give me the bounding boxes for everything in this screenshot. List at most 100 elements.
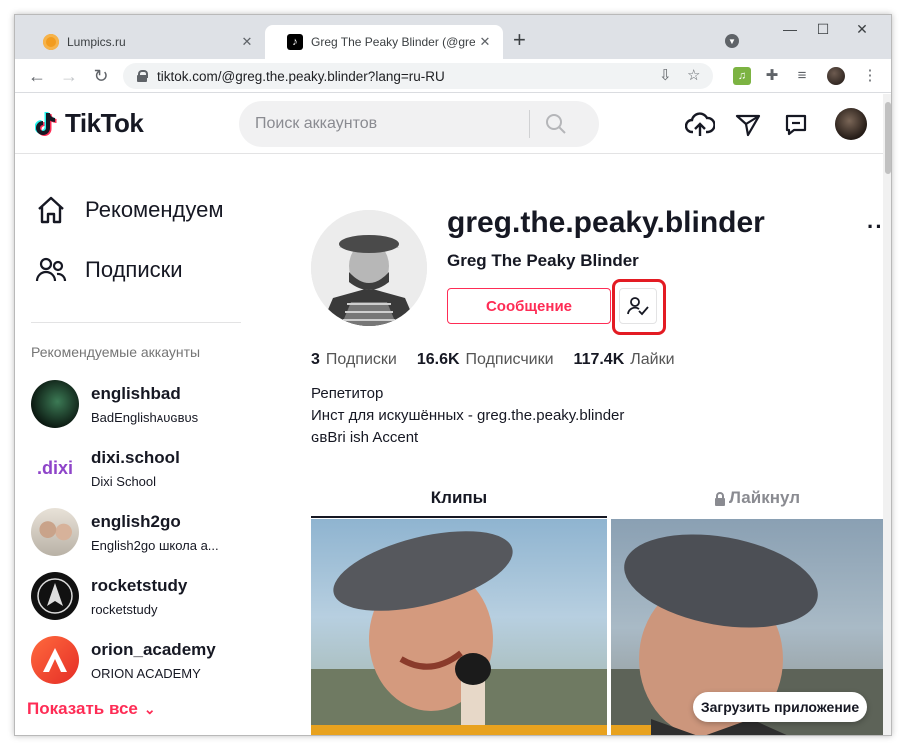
dixi-logo: .dixi xyxy=(36,457,73,478)
video-frame xyxy=(311,531,607,735)
followers-count: 16.6K xyxy=(416,351,460,368)
tab-liked[interactable]: Лайкнул xyxy=(609,480,891,516)
bio-line: Инст для искушённых - greg.the.peaky.bli… xyxy=(311,407,625,424)
install-app-icon[interactable]: ⇩ xyxy=(659,63,672,89)
account-username: english2go xyxy=(91,511,181,531)
account-display-name: ORION ACADEMY xyxy=(91,665,201,681)
following-icon xyxy=(35,254,67,286)
message-button[interactable]: Сообщение xyxy=(447,288,611,324)
account-username: englishbad xyxy=(91,383,181,403)
sidebar-item-following[interactable]: Подписки xyxy=(35,254,183,286)
profile-bio: Репетитор Инст для искушённых - greg.the… xyxy=(311,383,624,449)
forward-arrow-icon[interactable]: → xyxy=(57,65,81,87)
suggested-account[interactable]: english2go English2go школа а... xyxy=(31,506,251,558)
tiktok-header: TikTok xyxy=(15,94,883,154)
download-app-button[interactable]: Загрузить приложение xyxy=(693,692,867,722)
following-label: Подписки xyxy=(325,351,397,368)
likes-count: 117.4K xyxy=(573,351,625,368)
reading-list-icon[interactable]: ≡ xyxy=(793,67,811,85)
tiktok-favicon-icon: ♪ xyxy=(287,34,303,50)
video-thumbnail[interactable] xyxy=(311,519,607,735)
new-tab-button[interactable]: + xyxy=(513,29,526,51)
tab-close-icon[interactable]: ✕ xyxy=(237,34,257,50)
chevron-down-icon: ⌄ xyxy=(143,700,156,717)
browser-window: Lumpics.ru ✕ ♪ Greg The Peaky Blinder (@… xyxy=(14,14,892,736)
tiktok-wordmark: TikTok xyxy=(65,108,144,138)
rocket-logo-icon xyxy=(37,578,73,614)
lock-icon xyxy=(714,491,726,506)
maximize-button[interactable]: ☐ xyxy=(808,21,838,38)
music-extension-icon[interactable]: ♫ xyxy=(733,67,751,85)
minimize-button[interactable]: — xyxy=(775,21,805,37)
sidebar-item-label: Подписки xyxy=(85,257,183,282)
account-username: rocketstudy xyxy=(91,575,188,595)
reload-icon[interactable]: ↻ xyxy=(89,65,113,87)
tab-videos[interactable]: Клипы xyxy=(311,480,607,518)
bookmark-star-icon[interactable]: ☆ xyxy=(687,63,700,89)
sidebar: Рекомендуем Подписки Рекомендуемые аккау… xyxy=(15,154,255,735)
profile-stats: 3 Подписки 16.6K Подписчики 117.4K Лайки xyxy=(311,351,695,369)
show-all-link[interactable]: Показать все ⌄ xyxy=(27,699,156,719)
tab-close-icon[interactable]: ✕ xyxy=(475,34,495,50)
tiktok-page: TikTok Поиск аккаунтов Рекомендуем Подпи… xyxy=(15,94,891,735)
search-bar xyxy=(239,101,599,147)
suggested-account[interactable]: englishbad BadEnglishᴀᴜɢʙᴜs xyxy=(31,378,251,430)
suggested-account[interactable]: orion_academy ORION ACADEMY xyxy=(31,634,251,686)
extensions-puzzle-icon[interactable]: ✚ xyxy=(763,67,781,85)
search-button[interactable] xyxy=(530,101,582,147)
tab-lumpics[interactable]: Lumpics.ru ✕ xyxy=(21,25,265,59)
account-display-name: English2go школа а... xyxy=(91,537,219,553)
user-avatar[interactable] xyxy=(835,108,867,140)
url-text: tiktok.com/@greg.the.peaky.blinder?lang=… xyxy=(157,68,445,84)
lumpics-favicon-icon xyxy=(43,34,59,50)
account-avatar xyxy=(31,636,79,684)
search-input[interactable] xyxy=(239,115,529,133)
browser-menu-icon[interactable]: ⋮ xyxy=(861,67,879,85)
profile-username: greg.the.peaky.blinder xyxy=(447,206,765,239)
suggested-account[interactable]: rocketstudy rocketstudy xyxy=(31,570,251,622)
upload-cloud-icon[interactable] xyxy=(685,110,715,140)
sidebar-item-recommended[interactable]: Рекомендуем xyxy=(35,194,224,226)
bio-line: ɢʙBri ish Accent xyxy=(311,429,419,446)
profile-avatar-icon[interactable] xyxy=(827,67,845,85)
tiktok-note-icon xyxy=(35,111,57,136)
tab-tiktok[interactable]: ♪ Greg The Peaky Blinder (@greg.th ✕ xyxy=(265,25,503,59)
bio-line: Репетитор xyxy=(311,385,384,402)
account-display-name: BadEnglishᴀᴜɢʙᴜs xyxy=(91,409,199,425)
sidebar-item-label: Рекомендуем xyxy=(85,197,224,222)
close-window-button[interactable]: ✕ xyxy=(847,21,877,38)
suggested-account[interactable]: .dixi dixi.school Dixi School xyxy=(31,442,251,494)
address-bar[interactable]: tiktok.com/@greg.the.peaky.blinder?lang=… xyxy=(123,63,713,89)
likes-label: Лайки xyxy=(630,351,675,368)
inbox-send-icon[interactable] xyxy=(733,110,763,140)
browser-toolbar: ← → ↻ tiktok.com/@greg.the.peaky.blinder… xyxy=(15,59,891,93)
account-avatar xyxy=(31,572,79,620)
sidebar-divider xyxy=(31,322,241,323)
account-avatar: .dixi xyxy=(31,444,79,492)
tiktok-logo[interactable]: TikTok xyxy=(35,108,144,139)
page-scrollbar[interactable] xyxy=(883,94,891,735)
profile-avatar xyxy=(311,210,427,326)
lock-icon xyxy=(137,70,148,82)
tab-title: Lumpics.ru xyxy=(67,35,126,49)
account-avatar xyxy=(31,508,79,556)
account-avatar xyxy=(31,380,79,428)
search-icon xyxy=(546,114,566,134)
profile-photo xyxy=(311,210,427,326)
highlight-frame xyxy=(612,279,666,335)
show-all-label: Показать все xyxy=(27,699,138,718)
tab-strip: Lumpics.ru ✕ ♪ Greg The Peaky Blinder (@… xyxy=(15,15,891,59)
account-username: dixi.school xyxy=(91,447,180,467)
tab-title: Greg The Peaky Blinder (@greg.th xyxy=(311,35,475,49)
account-display-name: Dixi School xyxy=(91,473,157,489)
tab-search-icon[interactable]: ▼ xyxy=(725,34,739,48)
back-arrow-icon[interactable]: ← xyxy=(25,65,49,87)
following-count: 3 xyxy=(311,351,320,368)
profile-tabs: Клипы Лайкнул xyxy=(311,480,883,518)
messages-icon[interactable] xyxy=(781,110,811,140)
home-icon xyxy=(35,194,67,226)
orion-logo-icon xyxy=(43,648,67,672)
scrollbar-thumb[interactable] xyxy=(885,102,891,174)
followers-label: Подписчики xyxy=(465,351,554,368)
account-display-name: rocketstudy xyxy=(91,601,158,617)
